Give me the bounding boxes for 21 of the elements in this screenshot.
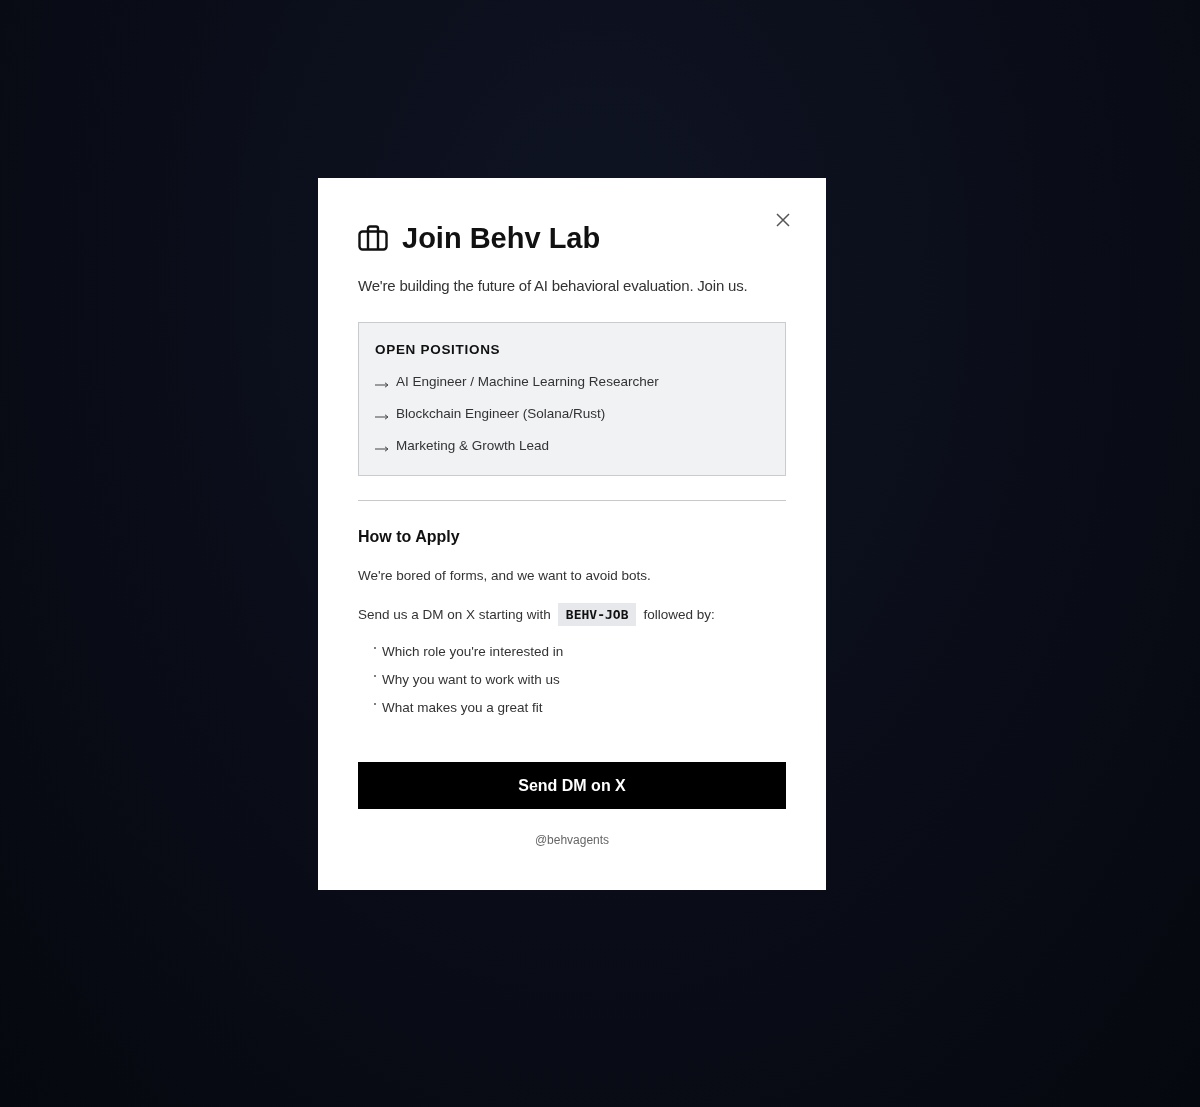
instruction-text: followed by: <box>643 605 715 624</box>
positions-heading: OPEN POSITIONS <box>375 341 502 359</box>
send-dm-button[interactable]: Send DM on X <box>358 762 786 809</box>
code-tag: BEHV-JOB <box>557 603 637 626</box>
dialog-subtitle: We're building the future of AI behavioral evaluation. Join us. <box>358 276 749 296</box>
position-title: AI Engineer / Machine Learning Researcher <box>396 373 659 389</box>
list-item-text: Which role you're interested in <box>382 643 564 659</box>
arrow-icon <box>375 446 389 452</box>
arrow-icon <box>375 414 389 420</box>
position-title: Marketing & Growth Lead <box>396 437 550 453</box>
list-item-text: What makes you a great fit <box>382 699 543 715</box>
list-item-text: Why you want to work with us <box>382 671 560 687</box>
position-title: Blockchain Engineer (Solana/Rust) <box>396 405 606 421</box>
close-icon[interactable] <box>776 213 790 227</box>
briefcase-icon <box>358 225 388 251</box>
handle-link[interactable]: @behvagents <box>534 833 610 847</box>
arrow-icon <box>375 382 389 388</box>
section-heading: How to Apply <box>358 527 461 547</box>
instruction-text: Send us a DM on X starting with <box>358 605 551 624</box>
apply-note: We're bored of forms, and we want to avoid bots. <box>358 567 652 585</box>
dialog-title: Join Behv Lab <box>402 221 601 256</box>
